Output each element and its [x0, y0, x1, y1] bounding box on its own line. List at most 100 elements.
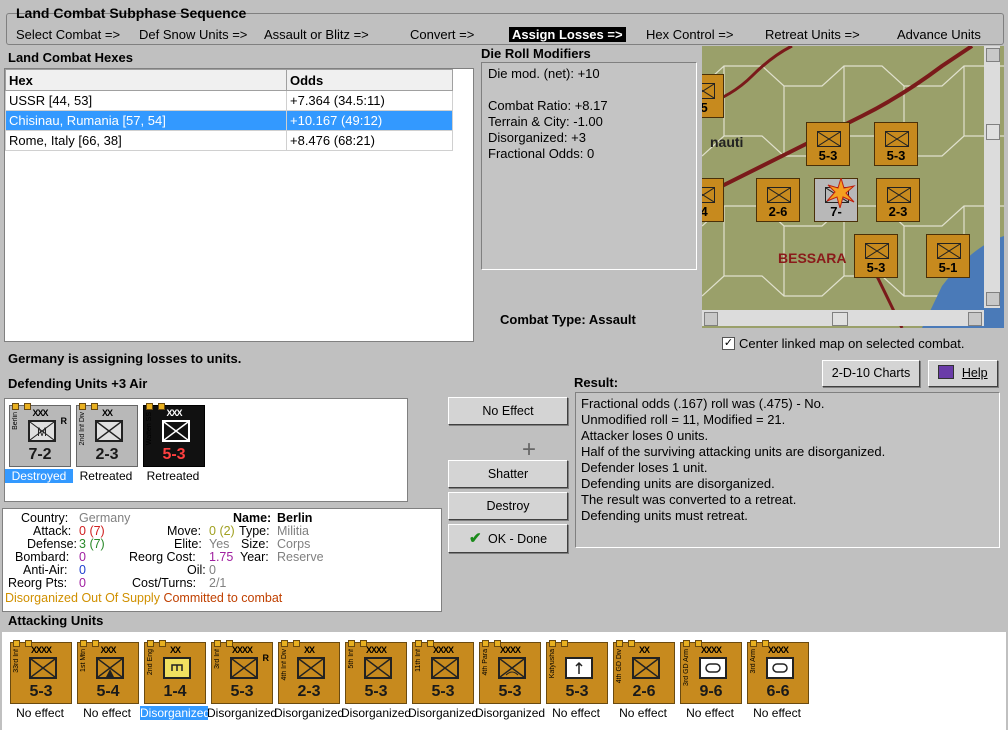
attacking-unit-result: No effect: [686, 706, 734, 720]
subphase-title: Land Combat Subphase Sequence: [16, 5, 247, 21]
unit-strength: 5-3: [162, 446, 186, 463]
hex-cell[interactable]: Rome, Italy [66, 38]: [5, 130, 287, 151]
unit-name: 4th GD Div: [616, 649, 623, 684]
map-unit-counter[interactable]: 5-1: [926, 234, 970, 278]
hex-cell[interactable]: Chisinau, Rumania [57, 54]: [5, 110, 287, 131]
unit-size: XXX: [100, 645, 116, 655]
defending-unit-counter[interactable]: XX 2nd Inf Div 2-3: [76, 403, 138, 467]
table-row[interactable]: Rome, Italy [66, 38] +8.476 (68:21): [5, 130, 453, 151]
subphase-step-8[interactable]: Advance Units: [897, 27, 981, 42]
center-map-checkbox[interactable]: ✓: [722, 337, 735, 350]
vertical-scroll-thumb[interactable]: [986, 124, 1000, 140]
attacking-unit-counter[interactable]: XXXX 3rd Arm 6-6: [747, 640, 809, 704]
map-unit-counter[interactable]: -4: [702, 178, 724, 222]
scroll-right-arrow[interactable]: [968, 312, 982, 326]
table-row[interactable]: USSR [44, 53] +7.364 (34.5:11): [5, 90, 453, 111]
unit-size: XXX: [166, 408, 182, 418]
subphase-step-1[interactable]: Select Combat =>: [16, 27, 120, 42]
name-label: Name:: [233, 511, 272, 525]
die-modifier-line: Fractional Odds: 0: [488, 146, 595, 161]
year-label: Year:: [240, 550, 269, 564]
map-horizontal-scrollbar[interactable]: [702, 310, 984, 326]
unit-name: 5th Inf: [348, 649, 355, 669]
attacking-unit-counter[interactable]: XXXX 3rd GD Arm 9-6: [680, 640, 742, 704]
unit-size: XX: [101, 408, 113, 418]
map-unit-counter[interactable]: 2-3: [876, 178, 920, 222]
defending-unit-counter[interactable]: XXX Berlin R M 7-2: [9, 403, 71, 467]
map-unit-counter[interactable]: 2-6: [756, 178, 800, 222]
unit-strength: 2-3: [297, 683, 321, 700]
subphase-step-6[interactable]: Hex Control =>: [646, 27, 733, 42]
attacking-unit-counter[interactable]: XXXX 33rd Inf 5-3: [10, 640, 72, 704]
reorg-pts-label: Reorg Pts:: [8, 576, 68, 590]
horizontal-scroll-thumb[interactable]: [832, 312, 848, 326]
attacking-units-panel: XXXX 33rd Inf 5-3 No effect XXX 1st Mtn 5-4 No …: [2, 632, 1006, 730]
no-effect-button[interactable]: No Effect: [448, 397, 568, 425]
attacking-unit-result: Disorganized: [341, 706, 412, 720]
attacking-unit-counter[interactable]: XXX 1st Mtn 5-4: [77, 640, 139, 704]
attacking-unit-counter[interactable]: XX 2nd Eng 1-4: [144, 640, 206, 704]
destroy-label: Destroy: [486, 499, 530, 513]
linked-map[interactable]: nauti BESSARA -55-35-32-67-2-35-35-1-4: [702, 46, 1004, 328]
charts-button-label: 2-D-10 Charts: [831, 366, 911, 380]
combat-explosion-icon: [826, 176, 856, 211]
map-vertical-scrollbar[interactable]: [984, 46, 1000, 308]
scroll-left-arrow[interactable]: [704, 312, 718, 326]
subphase-step-3[interactable]: Assault or Blitz =>: [264, 27, 369, 42]
unit-name: 1st Mtn: [80, 649, 87, 672]
map-unit-counter[interactable]: 5-3: [806, 122, 850, 166]
subphase-step-7[interactable]: Retreat Units =>: [765, 27, 860, 42]
unit-name: 11th Inf: [415, 649, 422, 672]
map-unit-counter[interactable]: 5-3: [874, 122, 918, 166]
unit-info-panel: Country: Germany Attack: 0 (7) Defense: …: [2, 508, 442, 612]
hex-cell[interactable]: USSR [44, 53]: [5, 90, 287, 111]
attacking-unit-counter[interactable]: XXXX 3rd Inf R 5-3: [211, 640, 273, 704]
attacking-unit-counter[interactable]: XXXX 4th Para 5-3: [479, 640, 541, 704]
odds-cell[interactable]: +8.476 (68:21): [286, 130, 453, 151]
map-unit-counter[interactable]: 5-3: [854, 234, 898, 278]
help-button[interactable]: Help: [928, 360, 998, 387]
ok-done-button[interactable]: ✔ OK - Done: [448, 524, 568, 553]
unit-size: XXXX: [30, 645, 52, 655]
scroll-down-arrow[interactable]: [986, 292, 1000, 306]
map-unit-strength: 2-6: [768, 204, 788, 219]
attacking-unit-counter[interactable]: Katyusha 5-3: [546, 640, 608, 704]
svg-text:M: M: [37, 425, 47, 439]
attacking-unit-counter[interactable]: XX 4th Inf Div 2-3: [278, 640, 340, 704]
charts-button[interactable]: 2-D-10 Charts: [822, 360, 920, 387]
odds-cell[interactable]: +10.167 (49:12): [286, 110, 453, 131]
defending-unit-counter[interactable]: XXX Waffen SS 5-3: [143, 403, 205, 467]
unit-type-icon: [364, 657, 392, 679]
shatter-button[interactable]: Shatter: [448, 460, 568, 488]
unit-status-line: Disorganized Out Of Supply Committed to …: [5, 591, 282, 605]
map-unit-counter[interactable]: -5: [702, 74, 724, 118]
unit-name: 3rd Arm: [750, 649, 757, 674]
checkmark-icon: ✔: [468, 530, 482, 547]
attacking-unit-counter[interactable]: XXXX 5th Inf 5-3: [345, 640, 407, 704]
center-map-option[interactable]: ✓ Center linked map on selected combat.: [722, 336, 964, 351]
defense-value: 3 (7): [79, 537, 105, 551]
unit-type-icon: [632, 657, 660, 679]
unit-type-icon: M: [28, 420, 56, 442]
table-row[interactable]: Chisinau, Rumania [57, 54] +10.167 (49:12…: [5, 110, 453, 131]
status-committed: Committed to combat: [163, 591, 283, 605]
cost-turns-label: Cost/Turns:: [132, 576, 197, 590]
column-header-hex[interactable]: Hex: [5, 69, 287, 91]
unit-name: Waffen SS: [146, 412, 153, 446]
defending-unit-result: Retreated: [146, 469, 200, 483]
scroll-up-arrow[interactable]: [986, 48, 1000, 62]
combat-type-label: Combat Type:: [500, 312, 586, 327]
odds-cell[interactable]: +7.364 (34.5:11): [286, 90, 453, 111]
unit-type-icon: [431, 657, 459, 679]
combat-type: Combat Type: Assault: [500, 312, 636, 327]
unit-type-icon: [29, 657, 57, 679]
map-label-nauti: nauti: [710, 134, 744, 150]
map-unit-strength: -5: [702, 100, 708, 115]
subphase-step-5[interactable]: Assign Losses =>: [509, 27, 626, 42]
destroy-button[interactable]: Destroy: [448, 492, 568, 520]
column-header-odds[interactable]: Odds: [286, 69, 453, 91]
attacking-unit-counter[interactable]: XXXX 11th Inf 5-3: [412, 640, 474, 704]
subphase-step-4[interactable]: Convert =>: [410, 27, 474, 42]
subphase-step-2[interactable]: Def Snow Units =>: [139, 27, 247, 42]
attacking-unit-counter[interactable]: XX 4th GD Div 2-6: [613, 640, 675, 704]
